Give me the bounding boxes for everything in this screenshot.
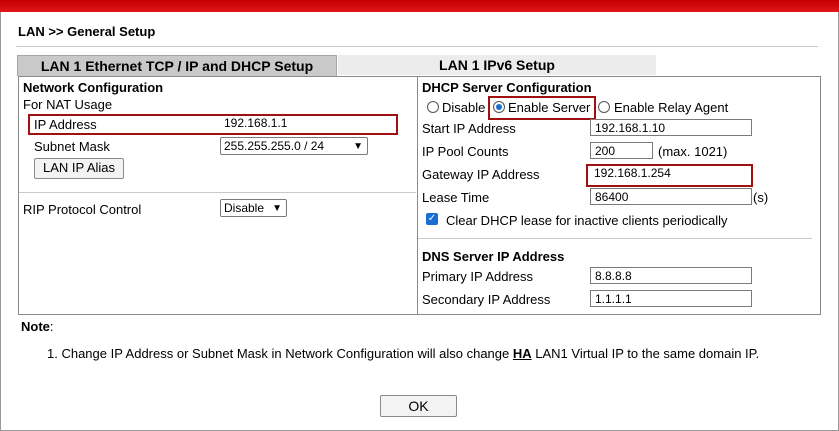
note-title: Note <box>21 319 50 334</box>
pool-max-note: (max. 1021) <box>658 144 728 159</box>
gateway-ip-label: Gateway IP Address <box>422 167 540 182</box>
clear-lease-checkbox[interactable]: ✓ <box>426 213 438 225</box>
lease-time-input[interactable]: 86400 <box>590 188 752 205</box>
subnet-mask-select[interactable]: 255.255.255.0 / 24 ▼ <box>220 137 368 155</box>
clear-lease-label: Clear DHCP lease for inactive clients pe… <box>446 213 728 228</box>
note-item-prefix: 1. Change IP Address or Subnet Mask in N… <box>47 346 513 361</box>
dhcp-config-title: DHCP Server Configuration <box>422 80 592 95</box>
chevron-down-icon: ▼ <box>353 141 363 152</box>
primary-dns-label: Primary IP Address <box>422 269 534 284</box>
subnet-mask-value: 255.255.255.0 / 24 <box>224 139 325 153</box>
subnet-mask-label: Subnet Mask <box>34 139 110 154</box>
ip-address-input[interactable]: 192.168.1.1 <box>220 116 392 131</box>
radio-enable-server-label: Enable Server <box>508 100 591 115</box>
start-ip-label: Start IP Address <box>422 121 516 136</box>
header-divider <box>16 46 818 47</box>
secondary-dns-label: Secondary IP Address <box>422 292 551 307</box>
note-colon: : <box>49 319 54 334</box>
tab-ethernet-dhcp[interactable]: LAN 1 Ethernet TCP / IP and DHCP Setup <box>17 55 337 76</box>
rip-protocol-value: Disable <box>224 201 265 215</box>
note-item: 1. Change IP Address or Subnet Mask in N… <box>47 346 759 361</box>
primary-dns-input[interactable]: 8.8.8.8 <box>590 267 752 284</box>
left-panel-divider <box>19 192 416 193</box>
note-heading: Note: <box>21 319 54 334</box>
rip-protocol-label: RIP Protocol Control <box>23 202 142 217</box>
radio-enable-relay[interactable] <box>598 101 610 113</box>
ok-button[interactable]: OK <box>380 395 457 417</box>
radio-disable-label: Disable <box>442 100 486 115</box>
nat-usage-label: For NAT Usage <box>23 97 113 112</box>
lease-time-unit: (s) <box>753 190 769 205</box>
lease-time-label: Lease Time <box>422 190 490 205</box>
ip-address-label: IP Address <box>34 117 97 132</box>
secondary-dns-input[interactable]: 1.1.1.1 <box>590 290 752 307</box>
radio-enable-server[interactable] <box>493 101 505 113</box>
dns-title: DNS Server IP Address <box>422 249 565 264</box>
pool-count-label: IP Pool Counts <box>422 144 509 159</box>
top-banner <box>0 0 839 12</box>
radio-enable-relay-label: Enable Relay Agent <box>614 100 729 115</box>
chevron-down-icon: ▼ <box>272 203 282 214</box>
network-config-title: Network Configuration <box>23 80 164 95</box>
right-panel-divider <box>418 238 812 239</box>
radio-disable[interactable] <box>427 101 439 113</box>
start-ip-input[interactable]: 192.168.1.10 <box>590 119 752 136</box>
tab-ipv6[interactable]: LAN 1 IPv6 Setup <box>338 55 656 75</box>
note-ha-link[interactable]: HA <box>513 346 532 361</box>
lan-ip-alias-button[interactable]: LAN IP Alias <box>34 158 124 179</box>
breadcrumb: LAN >> General Setup <box>18 24 156 39</box>
note-item-suffix: LAN1 Virtual IP to the same domain IP. <box>531 346 760 361</box>
pool-count-input[interactable]: 200 <box>590 142 653 159</box>
rip-protocol-select[interactable]: Disable ▼ <box>220 199 287 217</box>
gateway-ip-input[interactable]: 192.168.1.254 <box>590 166 746 181</box>
